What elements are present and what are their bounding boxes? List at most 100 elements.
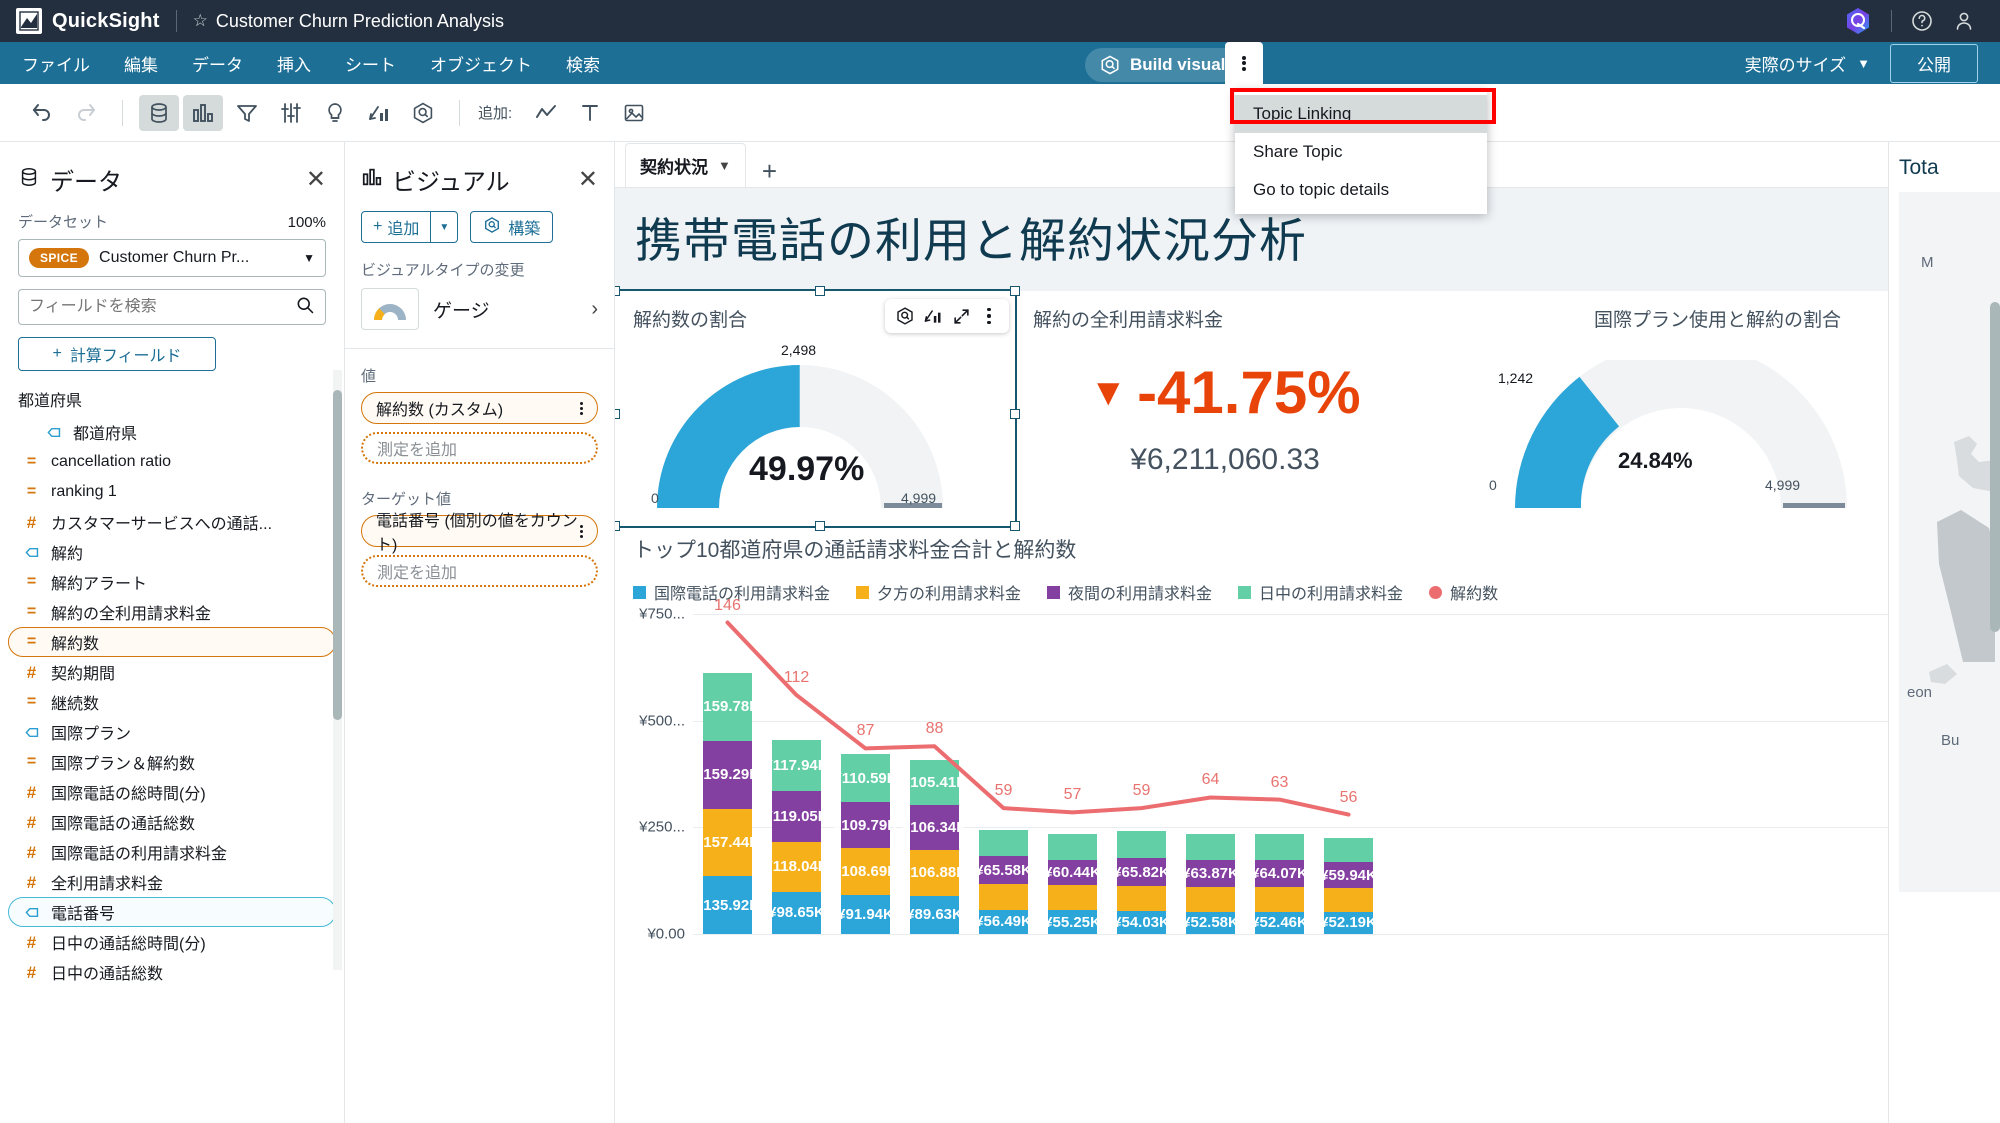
search-input[interactable] <box>29 298 295 316</box>
add-calculated-field-button[interactable]: + 計算フィールド <box>18 337 216 371</box>
parameters-icon[interactable] <box>271 95 311 131</box>
data-field-item[interactable]: # 国際電話の総時間(分) <box>8 777 336 807</box>
q-hexagon-icon[interactable] <box>894 305 916 327</box>
line-point-label: 59 <box>994 782 1013 800</box>
data-field-item[interactable]: # 国際電話の利用請求料金 <box>8 837 336 867</box>
data-field-item[interactable]: 電話番号 <box>8 897 336 927</box>
data-field-item[interactable]: 都道府県 <box>8 417 336 447</box>
data-field-item[interactable]: = cancellation ratio <box>8 447 336 477</box>
field-group-label: 都道府県 <box>18 393 83 410</box>
visuals-icon[interactable] <box>183 94 223 131</box>
data-field-item[interactable]: = 継続数 <box>8 687 336 717</box>
help-icon[interactable] <box>1910 9 1934 33</box>
menu-edit[interactable]: 編集 <box>124 51 158 76</box>
add-visual-button[interactable]: + 追加 ▼ <box>361 211 459 243</box>
data-field-item[interactable]: # 日中の通話総時間(分) <box>8 927 336 957</box>
redo-icon <box>66 95 106 131</box>
field-search[interactable] <box>18 289 326 325</box>
user-icon[interactable] <box>1952 9 1976 33</box>
q-hexagon-icon[interactable] <box>403 95 443 131</box>
menu-sheet[interactable]: シート <box>345 51 396 76</box>
add-sheet-button[interactable]: + <box>762 156 777 187</box>
chart-plot-area: ¥750...¥500...¥250...¥0.00150100500¥159.… <box>639 597 1965 943</box>
map-area[interactable]: M eon Bu <box>1899 192 2000 892</box>
legend-item[interactable]: 夜間の利用請求料金 <box>1047 580 1212 604</box>
undo-icon[interactable] <box>22 95 62 131</box>
narrative-icon[interactable] <box>359 95 399 131</box>
dataset-icon[interactable] <box>139 94 179 131</box>
menu-search[interactable]: 検索 <box>566 51 600 76</box>
build-visual-button[interactable]: Build visual <box>1085 48 1244 82</box>
legend-item[interactable]: 解約数 <box>1429 580 1498 604</box>
calculated-field-icon: = <box>26 483 37 500</box>
data-field-item[interactable]: 解約 <box>8 537 336 567</box>
close-icon[interactable]: ✕ <box>306 167 326 192</box>
visual-gauge-churn-ratio[interactable]: 解約数の割合 2,498 0 4,999 49.97% <box>615 286 1020 531</box>
kebab-icon[interactable] <box>580 524 583 538</box>
topbar-actions <box>1843 6 1984 36</box>
legend-item[interactable]: 日中の利用請求料金 <box>1238 580 1403 604</box>
field-well-target[interactable]: 電話番号 (個別の値をカウント) <box>361 513 598 554</box>
size-selector[interactable]: 実際のサイズ ▼ <box>1745 51 1870 76</box>
data-field-item[interactable]: # カスタマーサービスへの通話... <box>8 507 336 537</box>
data-field-item[interactable]: # 日中の通話総数 <box>8 957 336 987</box>
visual-map-partial[interactable]: Tota M eon Bu <box>1888 142 2000 1123</box>
menu-insert[interactable]: 挿入 <box>277 51 311 76</box>
data-field-item[interactable]: = 国際プラン＆解約数 <box>8 747 336 777</box>
data-field-item[interactable]: = ranking 1 <box>8 477 336 507</box>
menu-item-topic-linking[interactable]: Topic Linking <box>1235 95 1487 133</box>
legend-item[interactable]: 夕方の利用請求料金 <box>856 580 1021 604</box>
filter-icon[interactable] <box>227 95 267 131</box>
visual-type-selector[interactable]: ゲージ › <box>345 288 614 330</box>
data-field-item[interactable]: = 解約アラート <box>8 567 336 597</box>
favorite-star-icon[interactable]: ☆ <box>193 11 208 31</box>
data-field-item[interactable]: = 解約の全利用請求料金 <box>8 597 336 627</box>
visual-panel-header: ビジュアル ✕ <box>345 142 614 207</box>
search-icon <box>295 295 315 320</box>
chevron-right-icon[interactable]: › <box>591 298 598 321</box>
kebab-icon[interactable] <box>580 401 583 415</box>
field-well-value-empty[interactable]: 測定を追加 <box>361 432 598 464</box>
chevron-down-icon[interactable]: ▼ <box>718 158 731 173</box>
menu-data[interactable]: データ <box>192 51 243 76</box>
number-field-icon: # <box>26 662 37 682</box>
menu-item-go-to-topic-details[interactable]: Go to topic details <box>1235 171 1487 209</box>
data-field-item[interactable]: = 解約数 <box>8 627 336 657</box>
resize-handle[interactable] <box>615 408 620 419</box>
data-field-item[interactable]: # 国際電話の通話総数 <box>8 807 336 837</box>
menu-file[interactable]: ファイル <box>22 51 90 76</box>
data-panel-scrollbar-thumb[interactable] <box>333 390 342 720</box>
resize-handle[interactable] <box>815 286 825 296</box>
visual-panel: ビジュアル ✕ + 追加 ▼ 構築 ビジュアルタイプの変更 ゲージ › 値 解約… <box>345 142 615 1123</box>
add-text-icon[interactable] <box>570 95 610 131</box>
chevron-down-icon[interactable]: ▼ <box>430 212 457 242</box>
publish-button[interactable]: 公開 <box>1890 43 1978 83</box>
add-line-icon[interactable] <box>526 95 566 131</box>
legend-label: 日中の利用請求料金 <box>1259 586 1404 603</box>
insights-icon[interactable] <box>315 95 355 131</box>
data-field-item[interactable]: # 契約期間 <box>8 657 336 687</box>
quicksight-q-icon[interactable] <box>1843 6 1873 36</box>
insight-icon[interactable] <box>922 305 944 327</box>
add-image-icon[interactable] <box>614 95 654 131</box>
kebab-icon[interactable] <box>978 305 1000 327</box>
field-well-value[interactable]: 解約数 (カスタム) <box>361 392 598 424</box>
analysis-title[interactable]: Customer Churn Prediction Analysis <box>216 11 504 32</box>
build-button[interactable]: 構築 <box>470 211 554 243</box>
visual-bar-chart[interactable]: トップ10都道府県の通話請求料金合計と解約数 国際電話の利用請求料金 夕方の利用請… <box>615 526 2000 943</box>
visual-kpi-churn-billing[interactable]: 解約の全利用請求料金 ▼ -41.75% ¥6,211,060.33 <box>1015 291 1435 526</box>
data-field-item[interactable]: 国際プラン <box>8 717 336 747</box>
resize-handle[interactable] <box>615 286 620 296</box>
menu-item-share-topic[interactable]: Share Topic <box>1235 133 1487 171</box>
legend-label: 夕方の利用請求料金 <box>877 586 1022 603</box>
sheet-tab-active[interactable]: 契約状況 ▼ <box>625 143 746 187</box>
data-field-item[interactable]: # 全利用請求料金 <box>8 867 336 897</box>
data-field-label: 国際電話の通話総数 <box>51 816 196 833</box>
field-well-target-empty[interactable]: 測定を追加 <box>361 555 598 587</box>
right-scrollbar-thumb[interactable] <box>1990 302 2000 632</box>
expand-icon[interactable] <box>950 305 972 327</box>
dataset-selector[interactable]: SPICE Customer Churn Pr... ▼ <box>18 239 326 277</box>
menu-object[interactable]: オブジェクト <box>430 51 532 76</box>
close-icon[interactable]: ✕ <box>578 167 598 192</box>
topic-menu-button[interactable] <box>1225 42 1263 84</box>
